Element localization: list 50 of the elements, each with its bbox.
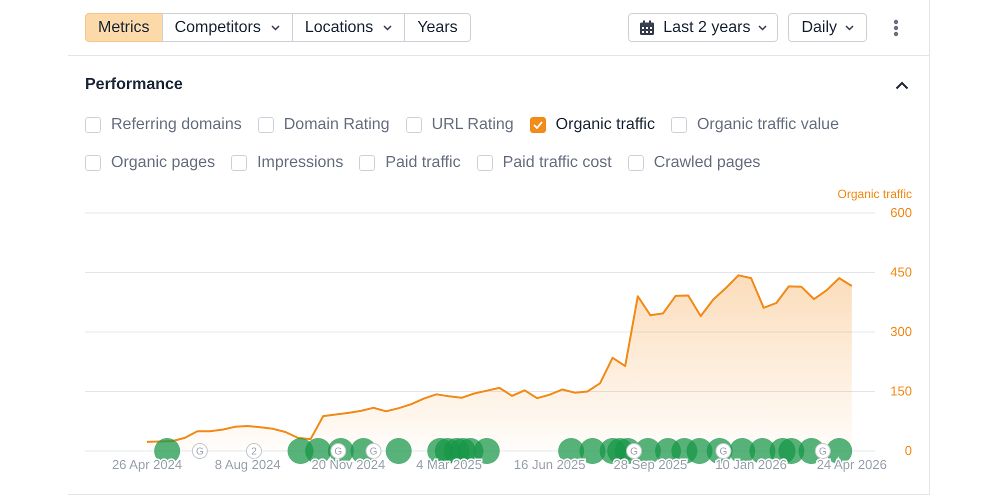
checkbox[interactable] bbox=[530, 117, 546, 133]
update-marker[interactable]: G bbox=[626, 443, 642, 459]
view-tab[interactable]: Competitors bbox=[162, 13, 293, 42]
checkbox[interactable] bbox=[85, 117, 101, 133]
update-marker[interactable]: G bbox=[192, 443, 208, 459]
check-icon bbox=[532, 121, 543, 129]
x-axis-label: 26 Apr 2024 bbox=[112, 457, 182, 472]
checkbox[interactable] bbox=[85, 155, 101, 171]
metric-label: Paid traffic cost bbox=[502, 153, 612, 173]
x-axis-label: 16 Jun 2025 bbox=[514, 457, 586, 472]
metric-label: Crawled pages bbox=[654, 153, 760, 173]
metric-label: Impressions bbox=[257, 153, 344, 173]
update-marker[interactable]: G bbox=[330, 443, 346, 459]
checkbox[interactable] bbox=[231, 155, 248, 171]
metric-label: Domain Rating bbox=[284, 115, 390, 135]
metric-label: Organic pages bbox=[111, 153, 216, 173]
interval-dropdown[interactable]: Daily bbox=[788, 13, 867, 42]
checkbox[interactable] bbox=[628, 155, 644, 171]
metric-label: Paid traffic bbox=[385, 153, 461, 173]
y-axis-label: 0 bbox=[904, 443, 912, 458]
checkbox[interactable] bbox=[406, 117, 422, 133]
update-marker[interactable]: G bbox=[366, 443, 382, 459]
x-axis-label: 8 Aug 2024 bbox=[214, 457, 281, 472]
checkbox[interactable] bbox=[359, 155, 376, 171]
caret-icon bbox=[758, 24, 768, 30]
metric-label: Referring domains bbox=[111, 115, 242, 135]
checkbox[interactable] bbox=[476, 155, 493, 171]
series-label: Organic traffic bbox=[838, 186, 912, 203]
collapse-icon[interactable] bbox=[895, 80, 909, 90]
metric-label: Organic traffic value bbox=[696, 115, 839, 135]
checkbox[interactable] bbox=[258, 117, 274, 133]
update-marker[interactable]: G bbox=[814, 443, 831, 459]
y-axis-label: 150 bbox=[890, 384, 912, 398]
update-marker[interactable]: 2 bbox=[246, 443, 262, 459]
metric-label: URL Rating bbox=[432, 115, 514, 135]
caret-icon bbox=[845, 24, 854, 30]
y-axis-label: 600 bbox=[890, 205, 912, 220]
checkbox[interactable] bbox=[670, 117, 687, 133]
view-tab[interactable]: Locations bbox=[292, 13, 406, 42]
period-dropdown[interactable]: Last 2 years bbox=[628, 13, 778, 42]
more-icon[interactable] bbox=[893, 18, 899, 36]
section-title: Performance bbox=[85, 75, 183, 95]
view-tab[interactable]: Years bbox=[404, 13, 471, 42]
update-marker[interactable]: G bbox=[715, 443, 732, 459]
calendar-icon bbox=[639, 20, 656, 36]
view-tab[interactable]: Metrics bbox=[85, 13, 163, 42]
event-marker[interactable] bbox=[386, 438, 412, 464]
metric-label: Organic traffic bbox=[556, 115, 655, 135]
y-axis-label: 450 bbox=[890, 264, 912, 280]
y-axis-label: 300 bbox=[890, 324, 912, 339]
